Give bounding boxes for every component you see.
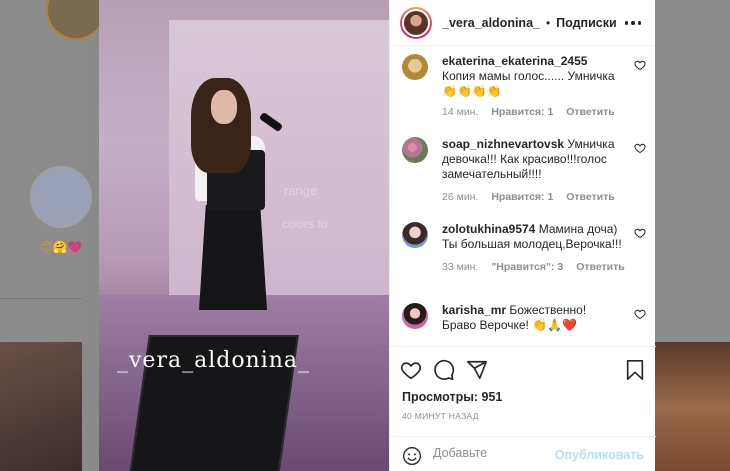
following-button[interactable]: Подписки [556,16,617,30]
singer-legs [199,205,267,310]
post-timestamp[interactable]: 40 МИНУТ НАЗАД [402,411,479,421]
separator-dot: • [545,15,551,30]
heart-icon[interactable] [634,308,646,320]
action-bar [390,346,656,390]
share-icon[interactable] [466,359,488,381]
comments-list[interactable]: ekaterina_ekaterina_2455 Копия мамы голо… [390,46,656,346]
publish-button[interactable]: Опубликовать [555,448,644,462]
comment-username[interactable]: karisha_mr [442,303,506,317]
reply-button[interactable]: Ответить [576,261,625,273]
comment-username[interactable]: ekaterina_ekaterina_2455 [442,54,587,68]
post-header: _vera_aldonina_ • Подписки [390,0,655,46]
comment-likes[interactable]: Нравится: 1 [491,191,553,203]
comment-time[interactable]: 33 мин. [442,261,478,273]
background-story-highlight [30,166,92,228]
views-value: 951 [481,390,503,404]
add-comment-bar: Опубликовать [390,436,656,471]
screen-text: range [284,183,318,198]
reply-button[interactable]: Ответить [566,191,615,203]
post-username[interactable]: _vera_aldonina_ [442,16,540,30]
comment-likes[interactable]: "Нравится": 3 [491,261,563,273]
heart-icon[interactable] [634,142,646,154]
singer-face [211,90,237,124]
avatar[interactable] [400,6,432,39]
views-label: Просмотры: [402,390,479,404]
video-watermark: _vera_aldonina_ [117,348,311,373]
avatar[interactable] [402,303,428,329]
comment-input[interactable] [433,446,553,460]
comment-likes[interactable]: Нравится: 1 [491,106,553,118]
bookmark-icon[interactable] [624,359,646,381]
comment-username[interactable]: soap_nizhnevartovsk [442,137,564,151]
background-right-column [655,0,730,342]
post-side-panel: _vera_aldonina_ • Подписки ekaterina_eka… [389,0,656,471]
comment-time[interactable]: 14 мин. [442,106,478,118]
avatar[interactable] [402,137,428,163]
comment-username[interactable]: zolotukhina9574 [442,222,535,236]
background-emoji-row: 😍🤗💗 [40,240,83,254]
comment-icon[interactable] [433,359,455,381]
background-post-thumbnail-left [0,342,82,471]
views-count[interactable]: Просмотры: 951 [402,390,502,404]
background-post-thumbnail-right [655,342,730,471]
reply-button[interactable]: Ответить [566,106,615,118]
comment-time[interactable]: 26 мин. [442,191,478,203]
emoji-icon[interactable] [402,446,422,466]
heart-icon[interactable] [400,359,422,381]
post-modal: range colors fo _vera_aldonina_ _vera_al… [99,0,656,471]
screen-text: colors fo [282,217,328,231]
background-divider [0,298,82,299]
heart-icon[interactable] [634,59,646,71]
more-icon[interactable] [621,14,645,32]
heart-icon[interactable] [634,227,646,239]
post-video[interactable]: range colors fo _vera_aldonina_ [99,0,389,471]
avatar[interactable] [402,54,428,80]
comment-text: Копия мамы голос...... Умничка 👏👏👏👏 [442,69,615,98]
avatar[interactable] [402,222,428,248]
